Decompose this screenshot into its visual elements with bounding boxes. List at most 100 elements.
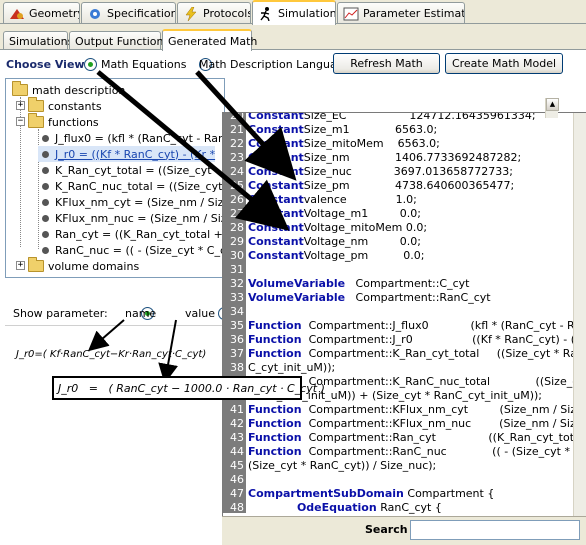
tree-node-label: volume domains [48, 259, 140, 273]
line-number: 48 [230, 501, 244, 514]
tree-node-constants[interactable]: constants [28, 97, 102, 114]
code-text: ConstantVoltage_mitoMem 0.0; [248, 221, 427, 235]
math-description-code-panel[interactable]: 20 ConstantSize_EC 124712.16435961334; 21 C… [222, 112, 586, 545]
line-number: 21 [230, 123, 244, 136]
code-keyword: Constant [248, 221, 304, 234]
code-text: ConstantVoltage_nm 0.0; [248, 235, 421, 249]
subtab-output-functions[interactable]: Output Functions [69, 31, 169, 50]
tree-item-function[interactable]: Ran_cyt = ((K_Ran_cyt_total + [38, 226, 223, 242]
create-math-model-button[interactable]: Create Math Model [445, 53, 563, 74]
tree-item-label: KFlux_nm_nuc = (Size_nm / Size [55, 211, 225, 225]
code-text: Function Compartment::Ran_cyt ((K_Ran_cy… [248, 431, 586, 445]
code-content: Voltage_pm 0.0; [303, 249, 425, 262]
code-keyword: VolumeVariable [248, 291, 346, 304]
line-number: 37 [230, 347, 244, 360]
collapse-icon[interactable]: − [16, 117, 25, 126]
code-keyword: Function [248, 333, 302, 346]
tab-geometry-label: Geometry [29, 7, 80, 20]
search-input[interactable] [410, 520, 580, 540]
subtab-simulations-label: Simulations [9, 34, 74, 48]
line-number: 44 [230, 445, 244, 458]
tree-node-functions[interactable]: functions [28, 113, 99, 130]
gear-icon [87, 7, 103, 21]
create-math-model-button-label: Create Math Model [451, 57, 557, 70]
code-keyword: OdeEquation [296, 501, 377, 514]
code-text: Function Compartment::K_Ran_cyt_total ((… [248, 347, 586, 361]
geometry-icon [9, 7, 25, 21]
tree-node-math-description[interactable]: math description [12, 81, 125, 98]
code-text: ConstantSize_pm 4738.640600365477; [248, 179, 514, 193]
code-content: Compartment::RanC_nuc (( - (Size_cyt * C… [308, 445, 586, 458]
code-keyword: CompartmentSubDomain [248, 487, 404, 500]
code-keyword: VolumeVariable [248, 277, 346, 290]
code-content: valence 1.0; [303, 193, 417, 206]
line-number: 29 [230, 235, 244, 248]
tab-parameter-estimation-label: Parameter Estimation [363, 7, 465, 20]
code-text: VolumeVariable Compartment::C_cyt [248, 277, 469, 291]
tree-scrollbar[interactable]: ▲ [545, 98, 559, 118]
tree-item-function[interactable]: K_RanC_nuc_total = ((Size_cyt [38, 178, 222, 194]
code-text: Function Compartment::KFlux_nm_cyt (Size… [248, 403, 586, 417]
expand-icon[interactable]: + [16, 261, 25, 270]
main-tab-bar: Geometry Specifications Protocols Simula… [0, 0, 586, 25]
function-bullet-icon [42, 214, 49, 222]
code-scrollbar[interactable] [573, 113, 586, 519]
code-text: ConstantSize_nuc 3697.013658772733; [248, 165, 513, 179]
code-text: ConstantSize_nm 1406.7733692487282; [248, 151, 521, 165]
show-name-label[interactable]: name [125, 307, 156, 320]
code-keyword: Constant [248, 179, 304, 192]
tab-geometry[interactable]: Geometry [3, 2, 80, 24]
code-keyword: Function [248, 417, 302, 430]
tree-item-function[interactable]: RanC_nuc = (( - (Size_cyt * C_cyt [38, 242, 225, 258]
code-content: Compartment::K_RanC_nuc_total ((Size_cyt [301, 375, 586, 388]
line-number: 42 [230, 417, 244, 430]
code-content: Compartment::RanC_cyt [345, 291, 491, 304]
code-content: Voltage_m1 0.0; [303, 207, 421, 220]
math-equations-label[interactable]: Math Equations [101, 58, 186, 71]
tree-node-volume-domains[interactable]: volume domains [28, 257, 140, 274]
line-number: 25 [230, 179, 244, 192]
code-text: ConstantSize_mitoMem 6563.0; [248, 137, 440, 151]
code-keyword: Constant [248, 123, 304, 136]
code-content: Size_nm 1406.7733692487282; [303, 151, 522, 164]
lightning-icon [183, 6, 199, 21]
subtab-output-functions-label: Output Functions [75, 34, 170, 48]
tab-protocols-label: Protocols [203, 7, 251, 20]
subtab-generated-math[interactable]: Generated Math [162, 29, 257, 51]
function-bullet-icon [42, 134, 49, 142]
tree-node-label: functions [48, 115, 99, 129]
show-value-label[interactable]: value [185, 307, 215, 320]
tree-item-label: RanC_nuc = (( - (Size_cyt * C_cyt [55, 243, 225, 257]
line-number: 28 [230, 221, 244, 234]
tree-item-function[interactable]: K_Ran_cyt_total = ((Size_cyt [38, 162, 212, 178]
tree-item-function[interactable]: J_flux0 = (kfl * (RanC_cyt - Ran [38, 130, 224, 146]
tree-item-function-selected[interactable]: J_r0 = ((Kf * RanC_cyt) - (Kr * [38, 146, 216, 162]
code-content: Size_pm 4738.640600365477; [303, 179, 515, 192]
search-bar: Search [222, 516, 586, 545]
code-keyword: Function [248, 319, 302, 332]
tab-simulations[interactable]: Simulations [252, 0, 336, 25]
math-description-tree[interactable]: math description + constants − functions… [5, 78, 225, 278]
subtab-simulations[interactable]: Simulations [3, 31, 73, 50]
math-description-language-label[interactable]: Math Description Language [199, 58, 350, 71]
code-keyword: Constant [248, 137, 304, 150]
tree-item-function[interactable]: KFlux_nm_cyt = (Size_nm / Size [38, 194, 224, 210]
refresh-math-button-label: Refresh Math [350, 57, 423, 70]
math-equations-radio[interactable] [84, 57, 97, 71]
code-keyword: Constant [248, 235, 304, 248]
tree-item-function[interactable]: KFlux_nm_nuc = (Size_nm / Size [38, 210, 225, 226]
function-bullet-icon [42, 230, 49, 238]
code-text: Function Compartment::J_flux0 (kfl * (Ra… [248, 319, 586, 333]
tab-specifications[interactable]: Specifications [81, 2, 176, 24]
show-parameter-label: Show parameter: [13, 307, 108, 320]
scroll-up-icon[interactable]: ▲ [546, 98, 559, 111]
code-keyword: Constant [248, 249, 304, 262]
expand-icon[interactable]: + [16, 101, 25, 110]
tab-parameter-estimation[interactable]: Parameter Estimation [337, 2, 465, 24]
formula-name-view: J_r0=( Kf·RanC_cyt−Kr·Ran_cyt·C_cyt) [16, 349, 207, 360]
code-text: ConstantVoltage_pm 0.0; [248, 249, 424, 263]
subtab-generated-math-label: Generated Math [168, 34, 258, 48]
code-content: Size_m1 6563.0; [303, 123, 438, 136]
tab-protocols[interactable]: Protocols [177, 2, 251, 24]
refresh-math-button[interactable]: Refresh Math [333, 53, 440, 74]
